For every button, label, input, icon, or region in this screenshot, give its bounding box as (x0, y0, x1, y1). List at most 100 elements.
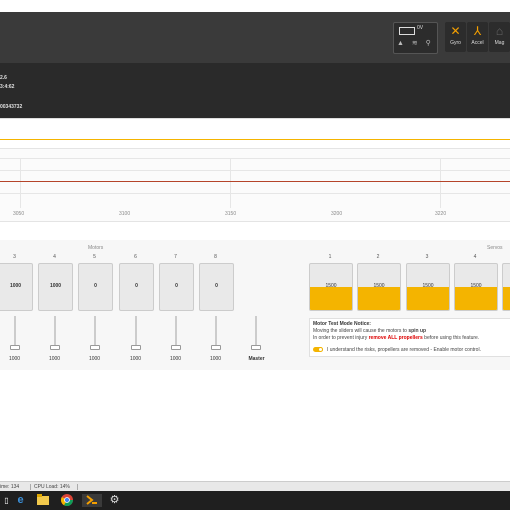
slider-value: 1000 (129, 356, 142, 362)
battery-icon (399, 27, 415, 35)
battery-voltage: 0V (417, 25, 424, 31)
servo-output-value: 1500 (470, 283, 482, 289)
gyro-icon: ✕ (450, 24, 461, 38)
motor-output-value: 1000 (49, 283, 62, 289)
windows-icon[interactable]: ▯ (0, 494, 13, 507)
motor-output-box: 0 (199, 263, 234, 311)
cycle-time: ime: 134 (0, 484, 20, 490)
motor-output-value: 0 (135, 283, 138, 289)
accent-line (0, 139, 510, 140)
servo-number: 2 (376, 254, 380, 260)
motor-graph (0, 148, 510, 222)
slider-handle[interactable] (251, 345, 261, 350)
accel-sensor: ⅄ Accel (467, 22, 488, 52)
servo-level-fill (310, 287, 352, 310)
toggle-knob (318, 347, 323, 352)
tick-label: 3200 (331, 211, 343, 217)
servos-header: Servos (487, 245, 503, 251)
motor-slider[interactable] (90, 316, 100, 350)
accel-label: Accel (471, 40, 484, 46)
motor-slider[interactable] (131, 316, 141, 350)
taskbar: ▯ e ⚙ (0, 491, 510, 510)
motor-signal-line (0, 181, 510, 182)
notice-line-2: In order to prevent injury remove ALL pr… (313, 335, 479, 341)
motor-number: 4 (53, 254, 56, 260)
servo-output-value: 1500 (325, 283, 337, 289)
notice-text: In order to prevent injury (313, 335, 369, 341)
enable-motor-toggle[interactable] (313, 347, 323, 352)
info-line-3: 00343732 (0, 104, 23, 110)
info-line-2: 3:4:62 (0, 84, 15, 90)
servo-level-fill (503, 287, 510, 310)
notice-text: before using this feature. (422, 335, 480, 341)
grid-line (0, 170, 510, 171)
motor-number: 8 (214, 254, 217, 260)
motor-output-value: 1000 (9, 283, 22, 289)
servo-output-box: 1500 (406, 263, 450, 311)
motor-output-value: 0 (175, 283, 178, 289)
motor-number: 5 (93, 254, 96, 260)
tick-label: 3150 (225, 211, 237, 217)
tick-label: 3220 (435, 211, 447, 217)
cpu-load: CPU Load: 14% (30, 484, 70, 490)
mag-label: Mag (494, 40, 505, 46)
battery-indicator: 0V ▲ ≋ ⚲ (393, 22, 438, 54)
edge-icon[interactable]: e (14, 494, 27, 507)
motors-header: Motors (88, 245, 104, 251)
motor-slider[interactable] (211, 316, 221, 350)
motor-slider[interactable] (10, 316, 20, 350)
motor-output-box: 0 (78, 263, 113, 311)
notice-line-1: Moving the sliders will cause the motors… (313, 328, 426, 334)
explorer-icon[interactable] (36, 494, 49, 507)
motor-number: 7 (174, 254, 177, 260)
grid-line (230, 158, 231, 208)
motor-slider[interactable] (50, 316, 60, 350)
notice-warning: remove ALL propellers (368, 335, 423, 341)
slider-value: 1000 (48, 356, 61, 362)
mag-icon: ⌂ (495, 24, 504, 38)
master-label: Master (248, 356, 265, 362)
motor-output-box: 1000 (38, 263, 73, 311)
servo-output-box (502, 263, 510, 311)
grid-line (440, 158, 441, 208)
motor-test-notice: Motor Test Mode Notice: Moving the slide… (309, 318, 510, 357)
slider-handle[interactable] (50, 345, 60, 350)
motor-output-box: 0 (159, 263, 194, 311)
mag-sensor: ⌂ Mag (489, 22, 510, 52)
servo-output-box: 1500 (357, 263, 401, 311)
toggle-label: I understand the risks, propellers are r… (327, 347, 481, 353)
slider-handle[interactable] (131, 345, 141, 350)
servo-level-fill (358, 287, 400, 310)
notice-title: Motor Test Mode Notice: (313, 321, 371, 327)
slider-handle[interactable] (90, 345, 100, 350)
slider-handle[interactable] (171, 345, 181, 350)
servo-output-box: 1500 (309, 263, 353, 311)
accel-icon: ⅄ (473, 24, 482, 38)
slider-handle[interactable] (211, 345, 221, 350)
servo-number: 4 (473, 254, 477, 260)
servo-level-fill (407, 287, 449, 310)
tick-label: 3100 (119, 211, 131, 217)
servo-output-box: 1500 (454, 263, 498, 311)
slider-value: 1000 (8, 356, 21, 362)
slider-handle[interactable] (10, 345, 20, 350)
motor-output-box: 0 (119, 263, 154, 311)
motor-output-value: 0 (215, 283, 218, 289)
chrome-icon[interactable] (60, 494, 73, 507)
motor-output-value: 0 (94, 283, 97, 289)
status-icons: ▲ ≋ ⚲ (397, 40, 434, 47)
gyro-label: Gyro (450, 40, 461, 46)
window-titlebar (0, 0, 510, 12)
motor-slider[interactable] (171, 316, 181, 350)
app-icon[interactable] (82, 494, 102, 507)
motor-number: 6 (134, 254, 137, 260)
status-divider (77, 484, 78, 490)
grid-line (20, 158, 21, 208)
grid-line (0, 158, 510, 159)
master-slider[interactable] (251, 316, 261, 350)
servo-output-value: 1500 (422, 283, 434, 289)
info-panel: 2.6 3:4:62 00343732 (0, 63, 510, 118)
settings-icon[interactable]: ⚙ (108, 494, 121, 507)
notice-emphasis: spin up (408, 328, 427, 334)
servo-level-fill (455, 287, 497, 310)
